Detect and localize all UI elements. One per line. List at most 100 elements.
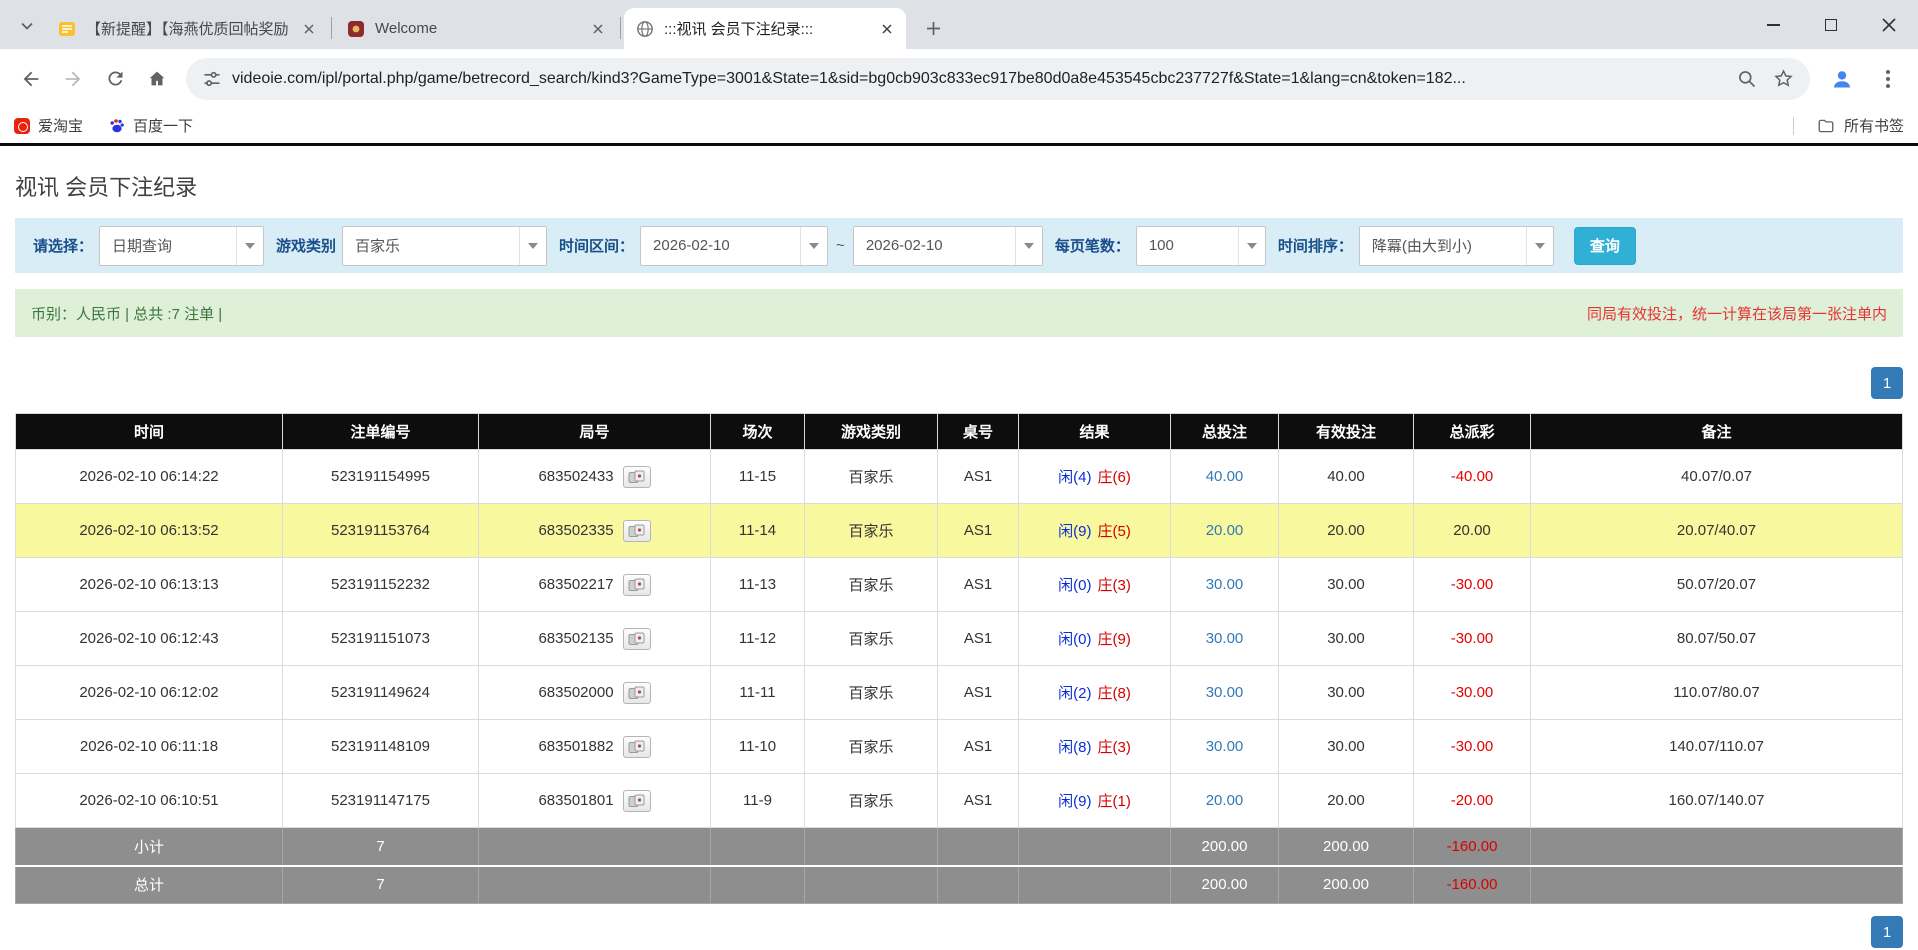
subtotal-row: 小计 7 200.00 200.00 -160.00	[16, 828, 1903, 866]
result-banker: 庄(3)	[1098, 574, 1131, 595]
url-text[interactable]: videoie.com/ipl/portal.php/game/betrecor…	[232, 70, 1725, 88]
table-row: 2026-02-10 06:14:22 523191154995 6835024…	[16, 450, 1903, 504]
bookmark-label: 爱淘宝	[38, 115, 83, 136]
minimize-button[interactable]	[1744, 0, 1802, 49]
table-number-cell: AS1	[938, 720, 1019, 774]
total-bet-link[interactable]: 30.00	[1171, 612, 1279, 666]
zoom-icon[interactable]	[1737, 69, 1757, 89]
valid-bet-cell: 30.00	[1279, 612, 1414, 666]
total-bet-link[interactable]: 20.00	[1171, 774, 1279, 828]
bet-records-table: 时间注单编号局号场次游戏类别桌号结果总投注有效投注总派彩备注 2026-02-1…	[15, 413, 1903, 904]
empty-cell	[479, 828, 711, 866]
refresh-button[interactable]	[94, 58, 136, 100]
date-from-value: 2026-02-10	[641, 237, 800, 254]
result-cell: 闲(0) 庄(3)	[1019, 558, 1171, 612]
game-type-select[interactable]: 百家乐	[342, 226, 547, 266]
tab-bet-records-active[interactable]: :::视讯 会员下注纪录:::	[624, 8, 906, 49]
tab-close-icon[interactable]	[300, 20, 318, 38]
sort-select[interactable]: 降冪(由大到小)	[1359, 226, 1554, 266]
page-size-select[interactable]: 100	[1136, 226, 1266, 266]
bookmark-aitaobao[interactable]: 爱淘宝	[14, 115, 83, 136]
address-bar[interactable]: videoie.com/ipl/portal.php/game/betrecor…	[186, 58, 1810, 100]
game-type-cell: 百家乐	[805, 558, 938, 612]
valid-bet-cell: 30.00	[1279, 720, 1414, 774]
replay-icon[interactable]	[623, 682, 651, 704]
session-cell: 11-13	[711, 558, 805, 612]
replay-icon[interactable]	[623, 466, 651, 488]
back-button[interactable]	[10, 58, 52, 100]
empty-cell	[1531, 828, 1903, 866]
result-player: 闲(0)	[1058, 574, 1091, 595]
tab-close-icon[interactable]	[589, 20, 607, 38]
remark-cell: 40.07/0.07	[1531, 450, 1903, 504]
payout-cell: -30.00	[1414, 612, 1531, 666]
result-player: 闲(4)	[1058, 466, 1091, 487]
tab-welcome-favicon-icon	[347, 20, 365, 38]
total-bet-link[interactable]: 30.00	[1171, 666, 1279, 720]
page-number-button[interactable]: 1	[1871, 916, 1903, 948]
window-controls	[1744, 0, 1918, 49]
table-row: 2026-02-10 06:12:43 523191151073 6835021…	[16, 612, 1903, 666]
bookmarks-separator	[1793, 117, 1794, 135]
total-bet-link[interactable]: 20.00	[1171, 504, 1279, 558]
subtotal-total-bet: 200.00	[1171, 828, 1279, 866]
tab-search-chevron-icon[interactable]	[16, 15, 38, 37]
remark-cell: 80.07/50.07	[1531, 612, 1903, 666]
profile-avatar[interactable]	[1822, 59, 1862, 99]
game-type-cell: 百家乐	[805, 774, 938, 828]
payout-cell: 20.00	[1414, 504, 1531, 558]
replay-icon[interactable]	[623, 736, 651, 758]
remark-cell: 140.07/110.07	[1531, 720, 1903, 774]
result-player: 闲(0)	[1058, 628, 1091, 649]
game-type-value: 百家乐	[343, 235, 519, 256]
date-to-input[interactable]: 2026-02-10	[853, 226, 1043, 266]
tab-close-icon[interactable]	[878, 20, 896, 38]
tab-forum[interactable]: 【新提醒】【海燕优质回帖奖励	[46, 8, 328, 49]
replay-icon[interactable]	[623, 628, 651, 650]
site-info-icon[interactable]	[202, 69, 222, 89]
time-cell: 2026-02-10 06:12:43	[16, 612, 283, 666]
total-payout: -160.00	[1414, 866, 1531, 904]
pagination-top: 1	[15, 367, 1903, 399]
valid-bet-cell: 30.00	[1279, 558, 1414, 612]
query-type-select[interactable]: 日期查询	[99, 226, 264, 266]
new-tab-button[interactable]	[918, 13, 948, 43]
all-bookmarks[interactable]: 所有书签	[1793, 115, 1904, 136]
bookmark-star-icon[interactable]	[1773, 68, 1794, 89]
browser-menu-button[interactable]	[1868, 59, 1908, 99]
baidu-paw-icon	[109, 118, 125, 134]
payout-cell: -30.00	[1414, 720, 1531, 774]
tab-welcome[interactable]: Welcome	[335, 8, 617, 49]
replay-icon[interactable]	[623, 790, 651, 812]
game-type-cell: 百家乐	[805, 720, 938, 774]
game-type-cell: 百家乐	[805, 612, 938, 666]
total-bet-link[interactable]: 30.00	[1171, 720, 1279, 774]
tab-separator	[331, 17, 332, 39]
replay-icon[interactable]	[623, 574, 651, 596]
browser-toolbar: videoie.com/ipl/portal.php/game/betrecor…	[0, 49, 1918, 108]
globe-icon	[636, 20, 654, 38]
close-window-button[interactable]	[1860, 0, 1918, 49]
table-number-cell: AS1	[938, 612, 1019, 666]
date-to-value: 2026-02-10	[854, 237, 1015, 254]
date-from-input[interactable]: 2026-02-10	[640, 226, 828, 266]
total-bet-link[interactable]: 30.00	[1171, 558, 1279, 612]
search-button[interactable]: 查询	[1574, 227, 1636, 265]
round-id-value: 683501882	[538, 738, 613, 755]
result-cell: 闲(0) 庄(9)	[1019, 612, 1171, 666]
result-player: 闲(9)	[1058, 520, 1091, 541]
page-number-button[interactable]: 1	[1871, 367, 1903, 399]
bookmarks-bar: 爱淘宝 百度一下 所有书签	[0, 108, 1918, 143]
home-button[interactable]	[136, 58, 178, 100]
result-cell: 闲(8) 庄(3)	[1019, 720, 1171, 774]
remark-cell: 160.07/140.07	[1531, 774, 1903, 828]
column-header-2: 局号	[479, 414, 711, 450]
time-cell: 2026-02-10 06:10:51	[16, 774, 283, 828]
forward-button[interactable]	[52, 58, 94, 100]
maximize-button[interactable]	[1802, 0, 1860, 49]
total-label: 总计	[16, 866, 283, 904]
round-id-cell: 683502217	[479, 558, 711, 612]
bookmark-baidu[interactable]: 百度一下	[109, 115, 193, 136]
total-bet-link[interactable]: 40.00	[1171, 450, 1279, 504]
replay-icon[interactable]	[623, 520, 651, 542]
